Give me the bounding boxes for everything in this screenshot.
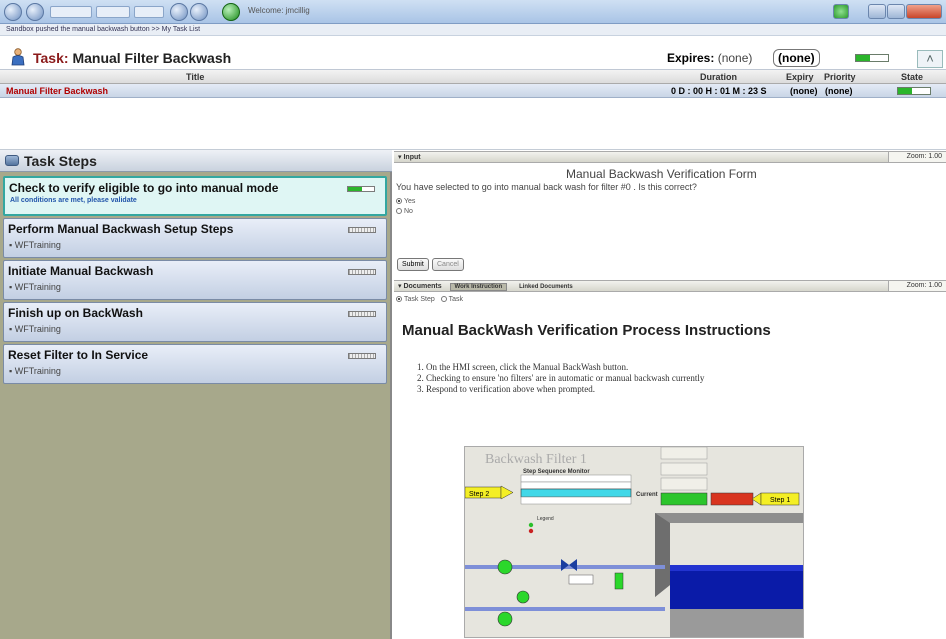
step-item[interactable]: Initiate Manual Backwash ▪ WFTraining bbox=[3, 260, 387, 300]
step-progress-bar bbox=[348, 269, 376, 275]
document-title: Manual BackWash Verification Process Ins… bbox=[402, 322, 771, 339]
step-progress-bar bbox=[347, 186, 375, 192]
step-item[interactable]: Check to verify eligible to go into manu… bbox=[3, 176, 387, 216]
step-title: Initiate Manual Backwash bbox=[8, 264, 154, 278]
submit-button[interactable]: Submit bbox=[397, 258, 429, 271]
legend-label: Legend bbox=[537, 516, 554, 522]
refresh-icon[interactable] bbox=[170, 3, 188, 21]
row-state-bar bbox=[897, 87, 931, 95]
col-priority[interactable]: Priority bbox=[824, 72, 856, 82]
callout-step-1: Step 1 bbox=[770, 497, 790, 504]
hmi-diagram: Backwash Filter 1 Step Sequence Monitor … bbox=[465, 447, 803, 637]
home-icon[interactable] bbox=[222, 3, 240, 21]
back-button-icon[interactable] bbox=[4, 3, 22, 21]
step-subtitle: ▪ WFTraining bbox=[9, 240, 61, 250]
step-item[interactable]: Perform Manual Backwash Setup Steps ▪ WF… bbox=[3, 218, 387, 258]
step-subtitle: All conditions are met, please validate bbox=[10, 197, 137, 204]
step-subtitle: ▪ WFTraining bbox=[9, 282, 61, 292]
hmi-screenshot-figure: Backwash Filter 1 Step Sequence Monitor … bbox=[464, 446, 804, 638]
browser-toolbar: Welcome: jmcillig bbox=[0, 0, 946, 24]
task-header: Task: Manual Filter Backwash Expires: (n… bbox=[0, 36, 946, 70]
tab-linked-documents[interactable]: Linked Documents bbox=[515, 284, 577, 290]
task-steps-panel: Task Steps Check to verify eligible to g… bbox=[0, 150, 392, 639]
task-state-bar bbox=[855, 54, 889, 62]
callout-step-2: Step 2 bbox=[469, 491, 489, 498]
list-item: Respond to verification above when promp… bbox=[426, 384, 704, 394]
person-icon bbox=[11, 48, 25, 66]
instruction-list: On the HMI screen, click the Manual Back… bbox=[410, 362, 704, 395]
radio-no[interactable]: No bbox=[396, 208, 413, 215]
task-name: Manual Filter Backwash bbox=[72, 50, 232, 66]
toolbar-box[interactable] bbox=[50, 6, 92, 18]
zoom-level[interactable]: Zoom: 1.00 bbox=[907, 153, 942, 160]
close-button[interactable] bbox=[906, 4, 942, 19]
row-duration: 0 D : 00 H : 01 M : 23 S bbox=[671, 86, 767, 96]
form-title: Manual Backwash Verification Form bbox=[566, 167, 757, 181]
step-title: Finish up on BackWash bbox=[8, 306, 143, 320]
stop-icon[interactable] bbox=[190, 3, 208, 21]
view-options: Task Step Task bbox=[396, 296, 463, 303]
expires-field: Expires: (none) bbox=[667, 51, 753, 65]
toolbar-box[interactable] bbox=[96, 6, 130, 18]
radio-yes[interactable]: Yes bbox=[396, 198, 415, 205]
step-progress-bar bbox=[348, 311, 376, 317]
expires-value: (none) bbox=[717, 51, 753, 65]
task-steps-header: Task Steps bbox=[0, 150, 392, 172]
step-title: Check to verify eligible to go into manu… bbox=[9, 181, 279, 195]
current-label: Current bbox=[636, 492, 658, 498]
expires-badge[interactable]: (none) bbox=[773, 49, 820, 67]
zoom-level[interactable]: Zoom: 1.00 bbox=[907, 282, 942, 289]
forward-button-icon[interactable] bbox=[26, 3, 44, 21]
step-progress-bar bbox=[348, 353, 376, 359]
step-subtitle: ▪ WFTraining bbox=[9, 324, 61, 334]
list-item: Checking to ensure 'no filters' are in a… bbox=[426, 373, 704, 383]
input-section-header[interactable]: ▾ Input Zoom: 1.00 bbox=[394, 151, 946, 163]
sequence-title: Step Sequence Monitor bbox=[523, 469, 590, 475]
col-duration[interactable]: Duration bbox=[700, 72, 737, 82]
documents-section-header[interactable]: ▾ Documents Work Instruction Linked Docu… bbox=[394, 280, 946, 292]
row-expiry: (none) bbox=[790, 86, 818, 96]
window-title: Welcome: jmcillig bbox=[248, 6, 310, 15]
table-row[interactable]: Manual Filter Backwash 0 D : 00 H : 01 M… bbox=[0, 84, 946, 98]
row-title: Manual Filter Backwash bbox=[6, 86, 109, 96]
cancel-button[interactable]: Cancel bbox=[432, 258, 464, 271]
maximize-button[interactable] bbox=[887, 4, 905, 19]
form-question: You have selected to go into manual back… bbox=[396, 182, 697, 192]
status-icon bbox=[833, 4, 849, 19]
toolbar-box[interactable] bbox=[134, 6, 164, 18]
steps-icon bbox=[5, 155, 19, 166]
tab-work-instruction[interactable]: Work Instruction bbox=[449, 283, 508, 291]
table-body bbox=[0, 98, 946, 150]
radio-task-step[interactable]: Task Step bbox=[396, 296, 435, 303]
step-item[interactable]: Reset Filter to In Service ▪ WFTraining bbox=[3, 344, 387, 384]
step-subtitle: ▪ WFTraining bbox=[9, 366, 61, 376]
work-area: ▾ Input Zoom: 1.00 Manual Backwash Verif… bbox=[394, 150, 946, 639]
double-chevron-up-icon[interactable]: ˄ bbox=[917, 50, 943, 68]
col-title[interactable]: Title bbox=[186, 72, 204, 82]
list-item: On the HMI screen, click the Manual Back… bbox=[426, 362, 704, 372]
page-title: Task: Manual Filter Backwash bbox=[33, 50, 232, 66]
col-state[interactable]: State bbox=[901, 72, 923, 82]
step-title: Perform Manual Backwash Setup Steps bbox=[8, 222, 234, 236]
step-progress-bar bbox=[348, 227, 376, 233]
step-item[interactable]: Finish up on BackWash ▪ WFTraining bbox=[3, 302, 387, 342]
col-expiry[interactable]: Expiry bbox=[786, 72, 814, 82]
minimize-button[interactable] bbox=[868, 4, 886, 19]
figure-title: Backwash Filter 1 bbox=[485, 452, 587, 467]
task-table-header: Title Duration Expiry Priority State bbox=[0, 70, 946, 84]
radio-task[interactable]: Task bbox=[440, 296, 463, 303]
step-title: Reset Filter to In Service bbox=[8, 348, 149, 362]
breadcrumb[interactable]: Sandbox pushed the manual backwash butto… bbox=[0, 24, 946, 36]
row-priority: (none) bbox=[825, 86, 853, 96]
